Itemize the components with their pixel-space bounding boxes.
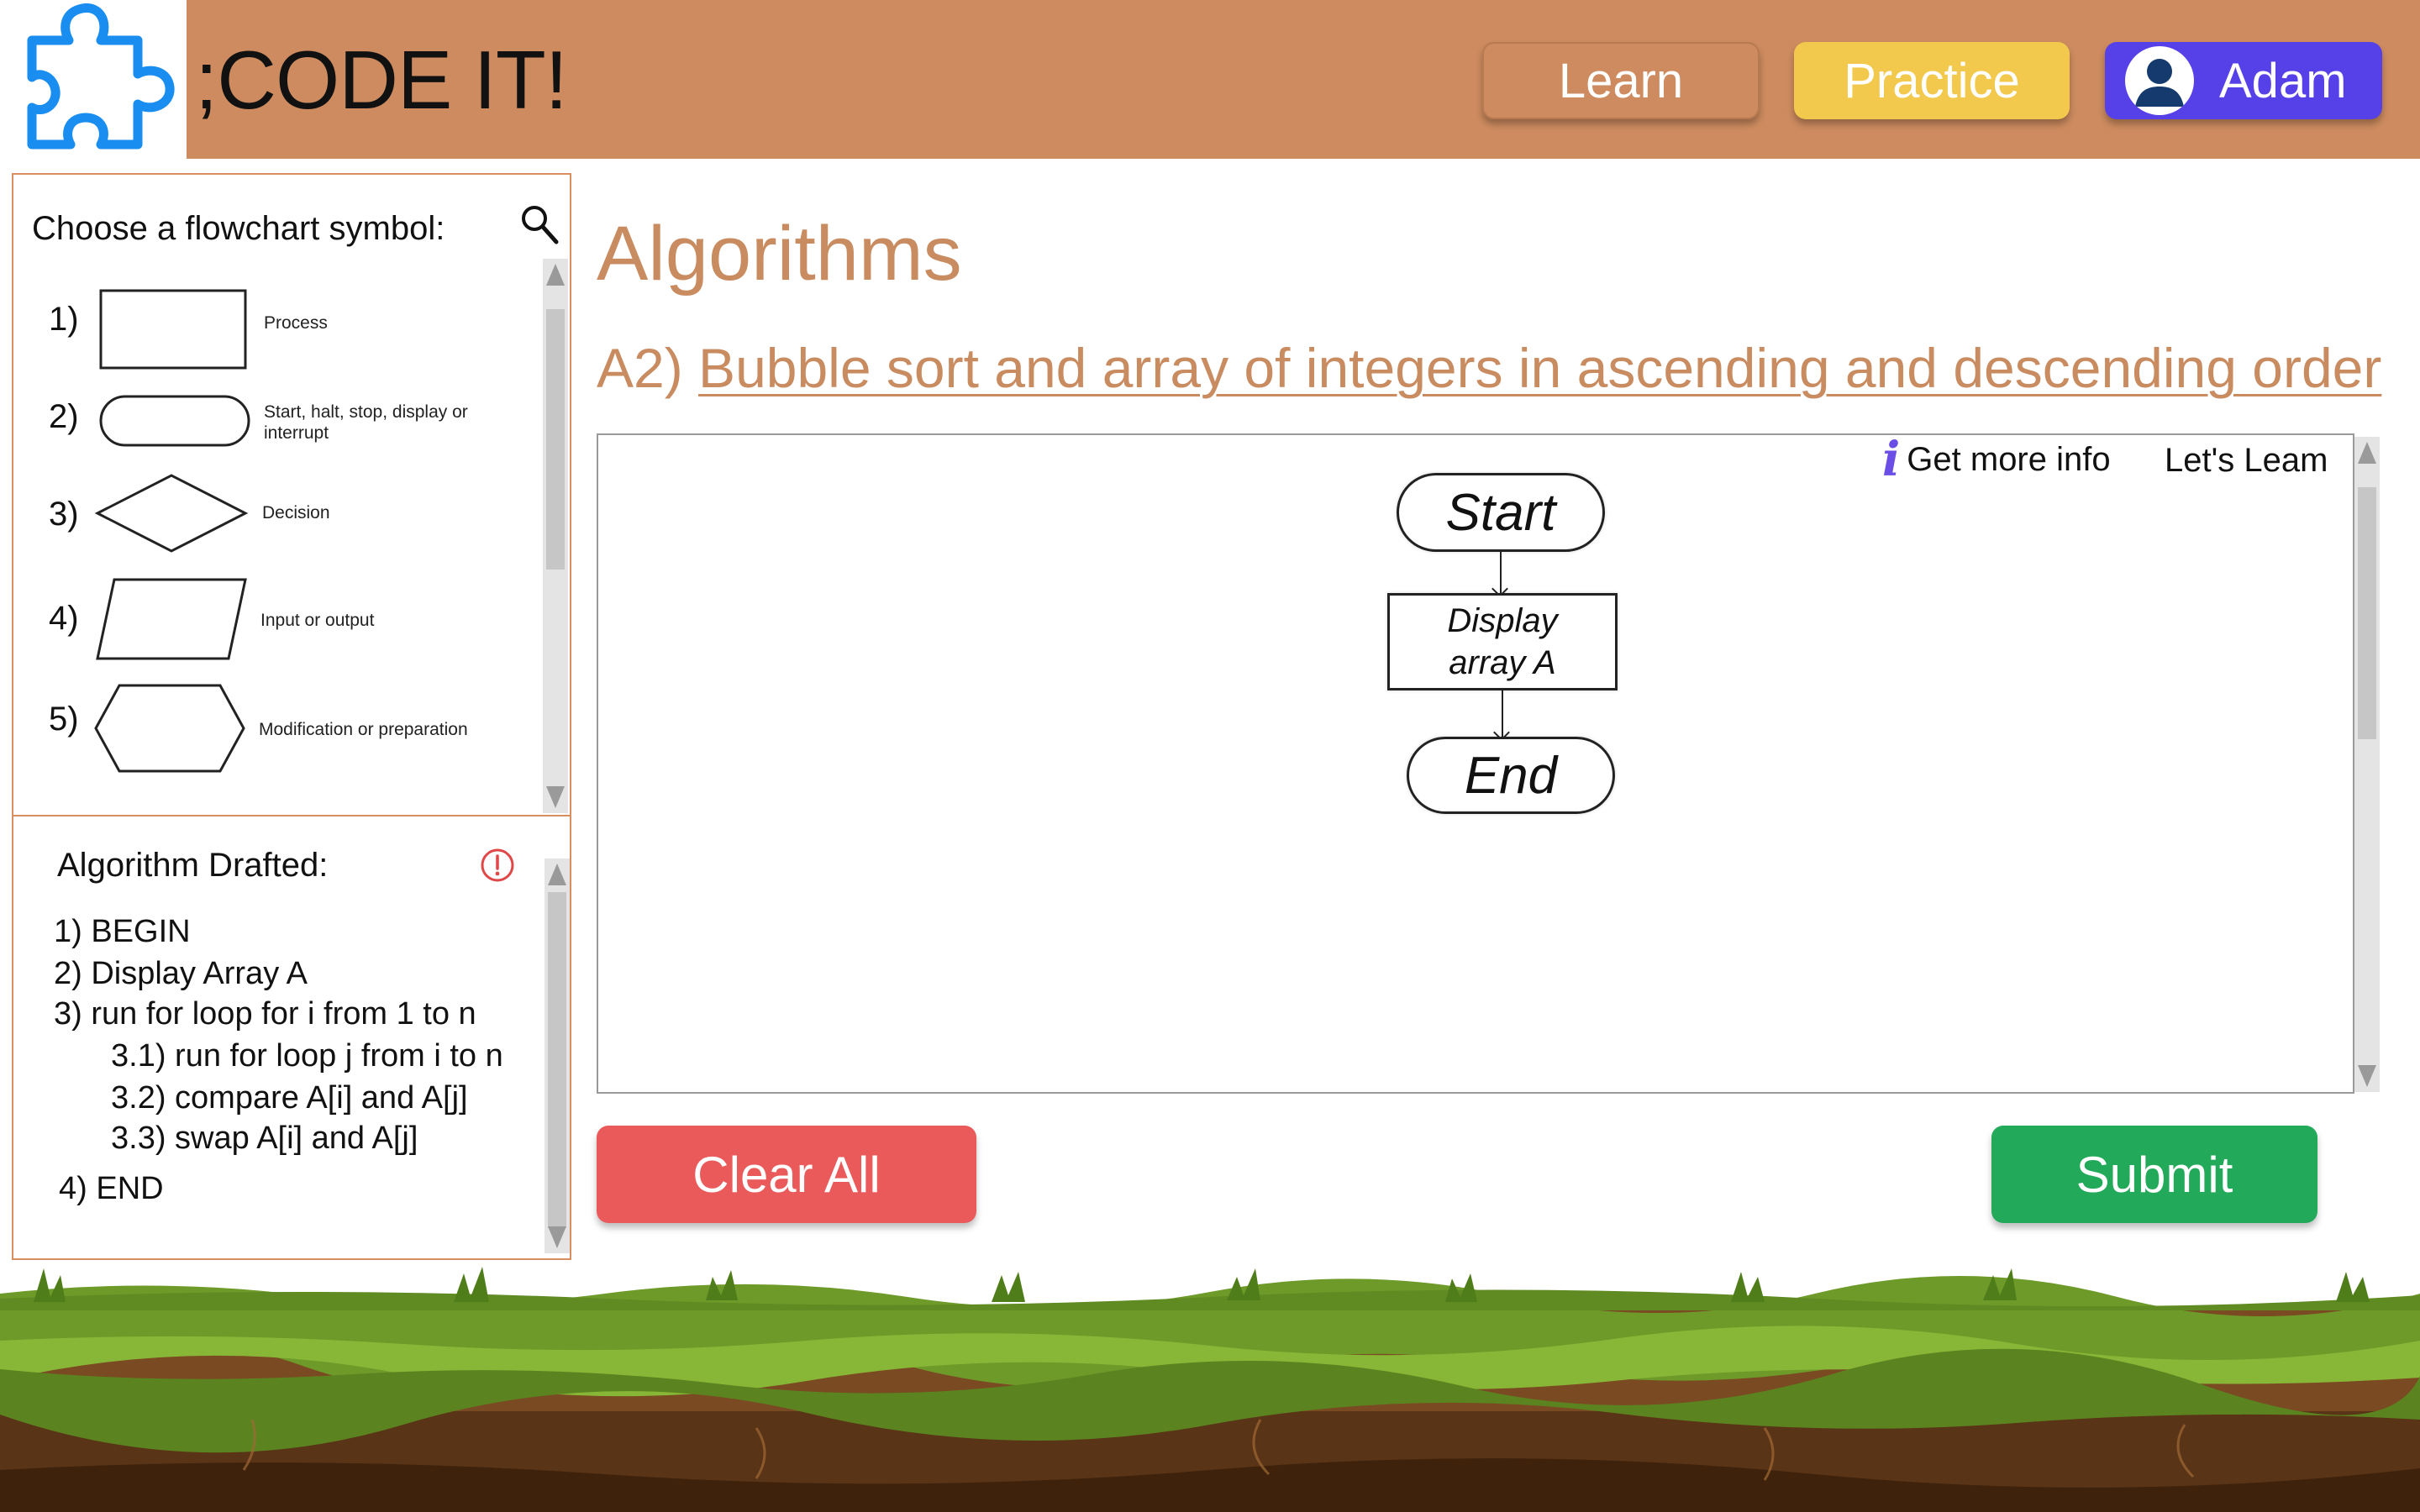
submit-button[interactable]: Submit	[1991, 1126, 2317, 1223]
scroll-up-arrow-icon[interactable]	[2358, 442, 2376, 464]
clear-all-label: Clear All	[692, 1146, 881, 1203]
algorithm-drafted-panel: Algorithm Drafted: 1) BEGIN 2) Display A…	[12, 816, 571, 1260]
symbol-number: 2)	[49, 398, 79, 435]
flowchart-symbol-panel: Choose a flowchart symbol: 1) Process 2)…	[12, 173, 571, 816]
alert-circle-icon[interactable]	[479, 847, 516, 888]
scroll-up-arrow-icon[interactable]	[546, 264, 565, 286]
scroll-thumb[interactable]	[548, 892, 566, 1228]
scroll-down-arrow-icon[interactable]	[546, 786, 565, 808]
puzzle-piece-icon	[27, 3, 175, 150]
flowchart-canvas[interactable]: i Get more info Let's Leam Start Display…	[597, 432, 2380, 1094]
user-avatar-icon	[2125, 46, 2194, 115]
symbol-panel-heading: Choose a flowchart symbol:	[32, 210, 445, 247]
decision-symbol-icon[interactable]	[94, 472, 249, 554]
app-title: ;CODE IT!	[195, 34, 568, 126]
algorithm-panel-heading: Algorithm Drafted:	[57, 847, 329, 884]
symbol-label: Modification or preparation	[259, 720, 468, 739]
task-prefix: A2)	[597, 337, 699, 399]
algorithm-step: 3.1) run for loop j from i to n	[111, 1038, 503, 1074]
symbol-number: 5)	[49, 701, 79, 738]
symbol-number: 4)	[49, 600, 79, 637]
flowchart-arrow	[1502, 690, 1503, 737]
user-profile-button[interactable]: Adam	[2105, 42, 2382, 119]
flowchart-start-node[interactable]: Start	[1397, 473, 1605, 552]
terminator-symbol-icon[interactable]	[97, 393, 252, 449]
search-icon[interactable]	[519, 203, 560, 251]
logo[interactable]	[0, 0, 187, 159]
info-icon: i	[1882, 432, 1901, 487]
algorithm-step: 3.2) compare A[i] and A[j]	[111, 1080, 468, 1116]
algorithm-step: 1) BEGIN	[54, 914, 191, 949]
scroll-up-arrow-icon[interactable]	[548, 864, 566, 885]
task-title: A2) Bubble sort and array of integers in…	[597, 336, 2381, 400]
symbol-panel-scrollbar[interactable]	[543, 259, 568, 813]
clear-all-button[interactable]: Clear All	[597, 1126, 976, 1223]
learn-nav-button[interactable]: Learn	[1482, 42, 1760, 119]
algorithm-step: 2) Display Array A	[54, 956, 308, 991]
grass-ground-decoration	[0, 1267, 2420, 1512]
symbol-number: 1)	[49, 301, 79, 338]
practice-nav-label: Practice	[1844, 53, 2020, 108]
symbol-label: Process	[264, 313, 328, 333]
symbol-number: 3)	[49, 496, 79, 533]
submit-label: Submit	[2075, 1146, 2233, 1203]
algorithm-step: 3) run for loop for i from 1 to n	[54, 996, 476, 1032]
flowchart-process-node[interactable]: Display array A	[1387, 593, 1618, 690]
scroll-down-arrow-icon[interactable]	[548, 1226, 566, 1248]
symbol-label: Decision	[262, 503, 330, 522]
algorithm-step: 4) END	[59, 1171, 164, 1206]
scroll-thumb[interactable]	[2358, 487, 2376, 739]
practice-nav-button[interactable]: Practice	[1794, 42, 2070, 119]
flowchart-end-node[interactable]: End	[1407, 737, 1615, 814]
canvas-scrollbar[interactable]	[2354, 437, 2380, 1092]
page-title: Algorithms	[597, 211, 962, 297]
scroll-thumb[interactable]	[546, 309, 565, 570]
lets-learn-link[interactable]: Let's Leam	[2165, 442, 2328, 480]
process-symbol-icon[interactable]	[97, 287, 249, 371]
algorithm-step: 3.3) swap A[i] and A[j]	[111, 1121, 418, 1156]
task-title-link[interactable]: Bubble sort and array of integers in asc…	[698, 337, 2381, 399]
app-header: ;CODE IT! Learn Practice Adam	[0, 0, 2420, 159]
get-more-info-link[interactable]: i Get more info	[1882, 432, 2111, 487]
learn-nav-label: Learn	[1558, 53, 1684, 108]
symbol-label: Input or output	[260, 611, 375, 630]
get-more-info-label: Get more info	[1907, 440, 2111, 478]
preparation-symbol-icon[interactable]	[92, 682, 247, 774]
scroll-down-arrow-icon[interactable]	[2358, 1065, 2376, 1087]
input-output-symbol-icon[interactable]	[94, 576, 249, 662]
flowchart-arrow	[1500, 552, 1502, 593]
algorithm-panel-scrollbar[interactable]	[544, 858, 570, 1253]
symbol-label: Start, halt, stop, display or interrupt	[264, 402, 468, 443]
user-name: Adam	[2219, 53, 2347, 108]
